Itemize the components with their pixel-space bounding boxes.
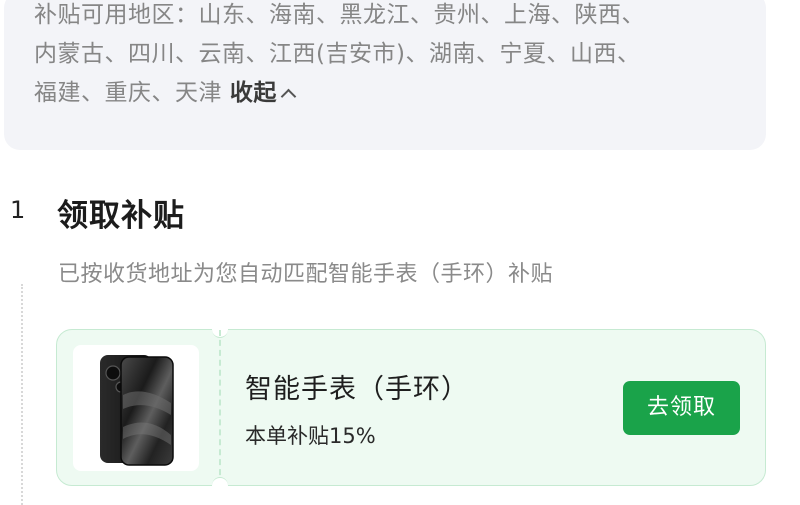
subsidy-rate: 本单补贴15% <box>245 424 376 448</box>
collapse-button[interactable]: 收起 <box>229 80 297 106</box>
product-name: 智能手表（手环） <box>245 374 469 405</box>
subsidy-coupon-card: 智能手表（手环） 本单补贴15% 去领取 <box>56 321 766 494</box>
region-line-3-text: 福建、重庆、天津 <box>34 80 222 106</box>
step-title: 领取补贴 <box>57 198 185 234</box>
step-description: 已按收货地址为您自动匹配智能手表（手环）补贴 <box>58 262 554 287</box>
smartphone-image <box>100 355 174 466</box>
collapse-label: 收起 <box>229 80 277 106</box>
region-notice-text: 补贴可用地区：山东、海南、黑龙江、贵州、上海、陕西、 内蒙古、四川、云南、江西(… <box>34 0 734 113</box>
region-line-2: 内蒙古、四川、云南、江西(吉安市)、湖南、宁夏、山西、 <box>34 41 641 67</box>
coupon-notch-bottom <box>212 477 228 494</box>
subsidy-page: 补贴可用地区：山东、海南、黑龙江、贵州、上海、陕西、 内蒙古、四川、云南、江西(… <box>0 0 800 505</box>
region-notice-box: 补贴可用地区：山东、海南、黑龙江、贵州、上海、陕西、 内蒙古、四川、云南、江西(… <box>4 0 766 150</box>
region-line-3: 福建、重庆、天津 收起 <box>34 74 734 113</box>
coupon-divider <box>219 330 221 485</box>
step-number: 1 <box>10 196 26 224</box>
chevron-up-icon <box>280 88 297 105</box>
region-line-1: 补贴可用地区：山东、海南、黑龙江、贵州、上海、陕西、 <box>34 2 645 28</box>
product-thumbnail <box>73 345 199 471</box>
claim-button[interactable]: 去领取 <box>623 381 740 435</box>
step-connector-line <box>21 284 23 505</box>
